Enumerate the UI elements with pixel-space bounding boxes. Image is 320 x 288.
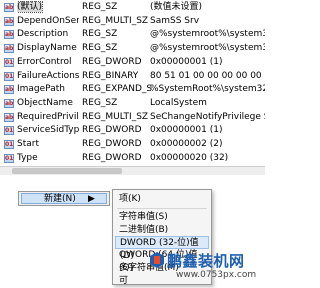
value-name: ImagePath xyxy=(17,84,65,95)
registry-value-row[interactable]: abDescription REG_SZ @%systemroot%\system3… xyxy=(0,28,265,41)
registry-value-row[interactable]: abDisplayName REG_SZ @%systemroot%\system3… xyxy=(0,42,265,55)
registry-value-row[interactable]: 01 ErrorControl REG_DWORD 0x00000001 (1) xyxy=(0,56,265,69)
value-name: RequiredPrivile... xyxy=(17,111,79,122)
value-name: Type xyxy=(17,152,38,163)
registry-value-row[interactable]: ab ObjectName REG_SZ LocalSystem xyxy=(0,97,265,110)
value-data: %SystemRoot%\system32\svch xyxy=(150,84,265,95)
value-type: REG_EXPAND_SZ xyxy=(82,84,152,95)
binary-value-icon: 01 xyxy=(4,126,14,136)
menu-item-new[interactable]: 新建(N) ▶ xyxy=(21,193,107,204)
registry-value-row[interactable]: 01 FailureActions REG_BINARY 80 51 01 00 00… xyxy=(0,70,265,83)
context-menu: 新建(N) ▶ xyxy=(18,191,110,206)
value-name-cell: ErrorControl xyxy=(17,56,79,69)
value-type: REG_SZ xyxy=(82,97,118,108)
value-data: (数值未设置) xyxy=(150,2,203,12)
registry-value-row[interactable]: ab ImagePath REG_EXPAND_SZ %SystemRoot%\sys… xyxy=(0,83,265,96)
binary-value-icon: 01 xyxy=(4,140,14,149)
ab-string-icon: ab xyxy=(4,44,14,54)
value-data: @%systemroot%\system32\srvs xyxy=(150,29,265,40)
registry-value-row[interactable]: abDependOnSer...REG_MULTI_SZSamSS Srv xyxy=(0,15,265,28)
submenu-arrow-icon: ▶ xyxy=(88,194,95,204)
registry-value-row[interactable]: ab (默认) REG_SZ (数值未设置) xyxy=(0,1,265,14)
submenu-item-label: 二进制值(B) xyxy=(119,224,169,235)
binary-value-icon: 01 xyxy=(4,57,14,67)
value-name: ObjectName xyxy=(17,97,73,108)
registry-value-row[interactable]: abRequiredPrivile...REG_MULTI_SZSeChange… xyxy=(0,111,265,124)
value-data: @%systemroot%\system32\srvs xyxy=(150,43,265,54)
submenu-item[interactable]: 字符串值(S) xyxy=(115,211,209,224)
menu-separator xyxy=(117,207,207,209)
value-name-cell: ObjectName xyxy=(17,97,79,110)
value-name-cell: ImagePath xyxy=(17,83,79,96)
ab-string-icon: ab xyxy=(4,112,14,122)
value-data: SeChangeNotifyPrivilege SeImp xyxy=(150,111,265,122)
submenu-item[interactable]: DWORD (32-位)值(D) xyxy=(115,236,209,261)
value-name: FailureActions xyxy=(17,70,79,81)
value-type: REG_DWORD xyxy=(82,56,142,67)
binary-value-icon: 01 xyxy=(4,153,14,163)
value-type: REG_BINARY xyxy=(82,70,139,81)
ab-string-icon: ab xyxy=(4,16,14,26)
submenu-item-label: 可 xyxy=(119,275,129,286)
value-type: REG_MULTI_SZ xyxy=(82,15,149,26)
scrollbar-thumb[interactable] xyxy=(12,168,122,174)
value-name-cell: Description xyxy=(17,28,79,41)
value-data: LocalSystem xyxy=(150,97,207,108)
submenu-item-label: 字符串值(S) xyxy=(119,211,168,222)
value-name: Description xyxy=(17,29,69,40)
value-type: REG_DWORD xyxy=(82,139,142,149)
horizontal-scrollbar[interactable] xyxy=(0,166,265,175)
value-type: REG_DWORD xyxy=(82,152,142,163)
menu-item-new-label: 新建(N) xyxy=(44,194,76,204)
submenu-item-label: 项(K) xyxy=(119,194,141,204)
value-name-cell: FailureActions xyxy=(17,70,79,83)
value-name-cell: Start xyxy=(17,138,79,151)
value-type: REG_DWORD xyxy=(82,125,142,136)
value-name-cell: ServiceSidType xyxy=(17,124,79,137)
value-type: REG_MULTI_SZ xyxy=(82,111,149,122)
value-name: DisplayName xyxy=(17,43,77,54)
submenu-item[interactable]: 项(K) xyxy=(115,193,209,206)
registry-value-row[interactable]: 01 Start REG_DWORD 0x00000002 (2) xyxy=(0,138,265,151)
ab-string-icon: ab xyxy=(4,30,14,40)
watermark-title: 鹏鑫装机网 xyxy=(167,252,245,270)
value-data: 80 51 01 00 00 00 00 00 00 00 xyxy=(150,70,265,81)
value-data: 0x00000020 (32) xyxy=(150,152,229,163)
value-name: ServiceSidType xyxy=(17,125,79,136)
value-name: (默认) xyxy=(17,1,44,13)
value-name-cell: DisplayName xyxy=(17,42,79,55)
value-data: SamSS Srv xyxy=(150,15,200,26)
value-name: ErrorControl xyxy=(17,56,72,67)
value-type: REG_SZ xyxy=(82,29,118,40)
value-name-cell: Type xyxy=(17,152,79,165)
ab-string-icon: ab xyxy=(4,3,14,12)
value-data: 0x00000002 (2) xyxy=(150,139,223,149)
watermark-logo-mark xyxy=(154,256,160,264)
value-type: REG_SZ xyxy=(82,43,118,54)
value-name: DependOnSer... xyxy=(17,15,79,26)
binary-value-icon: 01 xyxy=(4,71,14,81)
value-name-cell: (默认) xyxy=(17,1,79,14)
registry-value-row[interactable]: 01 ServiceSidType REG_DWORD 0x00000001 (1) xyxy=(0,124,265,137)
ab-string-icon: ab xyxy=(4,85,14,95)
value-name-cell: DependOnSer... xyxy=(17,15,79,28)
value-data: 0x00000001 (1) xyxy=(150,56,223,67)
value-name-cell: RequiredPrivile... xyxy=(17,111,79,124)
value-data: 0x00000001 (1) xyxy=(150,125,223,136)
value-type: REG_SZ xyxy=(82,2,118,12)
registry-value-row[interactable]: 01 Type REG_DWORD 0x00000020 (32) xyxy=(0,152,265,165)
watermark-url: www.0753px.com xyxy=(176,270,257,280)
ab-string-icon: ab xyxy=(4,98,14,108)
value-name: Start xyxy=(17,139,39,149)
submenu-item[interactable]: 二进制值(B) xyxy=(115,224,209,237)
